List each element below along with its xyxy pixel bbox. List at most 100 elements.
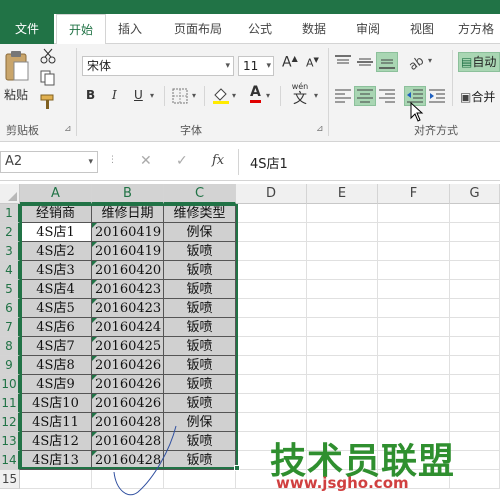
- cell-a9[interactable]: 4S店8: [20, 356, 92, 375]
- font-color-button[interactable]: A: [250, 84, 261, 103]
- cell-e11[interactable]: [307, 394, 378, 413]
- tab-formulas[interactable]: 公式: [248, 14, 272, 44]
- cell-g13[interactable]: [450, 432, 500, 451]
- cell-c2[interactable]: 例保: [164, 223, 236, 242]
- cell-g3[interactable]: [450, 242, 500, 261]
- cell-f2[interactable]: [378, 223, 450, 242]
- column-header-b[interactable]: B: [92, 184, 164, 204]
- row-header-2[interactable]: 2: [0, 223, 20, 242]
- copy-icon[interactable]: [40, 70, 56, 86]
- insert-function-icon[interactable]: fx: [212, 153, 224, 168]
- paste-button[interactable]: 粘贴: [4, 86, 28, 103]
- tab-view[interactable]: 视图: [410, 14, 434, 44]
- cell-a4[interactable]: 4S店3: [20, 261, 92, 280]
- cell-f8[interactable]: [378, 337, 450, 356]
- cell-d7[interactable]: [236, 318, 307, 337]
- tab-page-layout[interactable]: 页面布局: [174, 14, 222, 44]
- cell-a12[interactable]: 4S店11: [20, 413, 92, 432]
- chevron-down-icon[interactable]: ▾: [314, 91, 318, 100]
- cell-a10[interactable]: 4S店9: [20, 375, 92, 394]
- cell-e10[interactable]: [307, 375, 378, 394]
- column-header-d[interactable]: D: [236, 184, 307, 204]
- cell-e7[interactable]: [307, 318, 378, 337]
- align-top-icon[interactable]: [334, 54, 352, 70]
- cell-e2[interactable]: [307, 223, 378, 242]
- cell-b2[interactable]: 20160419: [92, 223, 164, 242]
- cancel-icon[interactable]: ✕: [140, 153, 152, 169]
- chevron-down-icon[interactable]: ▾: [266, 91, 270, 100]
- cell-d2[interactable]: [236, 223, 307, 242]
- format-painter-icon[interactable]: [40, 94, 56, 110]
- column-header-g[interactable]: G: [450, 184, 500, 204]
- underline-button[interactable]: U: [134, 88, 143, 102]
- chevron-down-icon[interactable]: ▾: [428, 56, 432, 65]
- cell-a5[interactable]: 4S店4: [20, 280, 92, 299]
- cell-a14[interactable]: 4S店13: [20, 451, 92, 470]
- cell-d5[interactable]: [236, 280, 307, 299]
- cell-b1[interactable]: 维修日期: [92, 204, 164, 223]
- cell-d9[interactable]: [236, 356, 307, 375]
- paste-icon[interactable]: [4, 50, 30, 84]
- cell-e6[interactable]: [307, 299, 378, 318]
- font-launcher-icon[interactable]: ⊿: [316, 124, 324, 134]
- cell-b5[interactable]: 20160423: [92, 280, 164, 299]
- cell-c4[interactable]: 钣喷: [164, 261, 236, 280]
- cell-f9[interactable]: [378, 356, 450, 375]
- cell-d6[interactable]: [236, 299, 307, 318]
- row-header-14[interactable]: 14: [0, 451, 20, 470]
- align-right-icon[interactable]: [378, 88, 396, 104]
- tab-file[interactable]: 文件: [0, 14, 54, 44]
- cell-d10[interactable]: [236, 375, 307, 394]
- cell-g7[interactable]: [450, 318, 500, 337]
- cell-g9[interactable]: [450, 356, 500, 375]
- cell-c7[interactable]: 钣喷: [164, 318, 236, 337]
- cell-c1[interactable]: 维修类型: [164, 204, 236, 223]
- cell-d8[interactable]: [236, 337, 307, 356]
- wrap-text-button[interactable]: ▤自动: [458, 52, 500, 72]
- row-header-11[interactable]: 11: [0, 394, 20, 413]
- row-header-3[interactable]: 3: [0, 242, 20, 261]
- cell-e8[interactable]: [307, 337, 378, 356]
- column-header-e[interactable]: E: [307, 184, 378, 204]
- cell-e1[interactable]: [307, 204, 378, 223]
- cell-b3[interactable]: 20160419: [92, 242, 164, 261]
- cell-d3[interactable]: [236, 242, 307, 261]
- cell-g12[interactable]: [450, 413, 500, 432]
- tab-fangfang[interactable]: 方方格: [458, 14, 494, 44]
- cell-c6[interactable]: 钣喷: [164, 299, 236, 318]
- tab-review[interactable]: 审阅: [356, 14, 380, 44]
- cell-a13[interactable]: 4S店12: [20, 432, 92, 451]
- cell-e4[interactable]: [307, 261, 378, 280]
- cell-g14[interactable]: [450, 451, 500, 470]
- cell-f7[interactable]: [378, 318, 450, 337]
- cell-c9[interactable]: 钣喷: [164, 356, 236, 375]
- row-header-1[interactable]: 1: [0, 204, 20, 223]
- cell-a8[interactable]: 4S店7: [20, 337, 92, 356]
- chevron-down-icon[interactable]: ▾: [192, 91, 196, 100]
- cell-g2[interactable]: [450, 223, 500, 242]
- column-header-c[interactable]: C: [164, 184, 236, 204]
- align-center-icon[interactable]: [354, 86, 376, 106]
- tab-data[interactable]: 数据: [302, 14, 326, 44]
- fill-handle[interactable]: [234, 465, 240, 471]
- cell-f3[interactable]: [378, 242, 450, 261]
- cell-f1[interactable]: [378, 204, 450, 223]
- cell-f12[interactable]: [378, 413, 450, 432]
- row-header-13[interactable]: 13: [0, 432, 20, 451]
- grow-font-button[interactable]: A▲: [282, 54, 298, 71]
- cell-a11[interactable]: 4S店10: [20, 394, 92, 413]
- cell-g8[interactable]: [450, 337, 500, 356]
- cell-f4[interactable]: [378, 261, 450, 280]
- cell-e5[interactable]: [307, 280, 378, 299]
- cell-b4[interactable]: 20160420: [92, 261, 164, 280]
- cell-d1[interactable]: [236, 204, 307, 223]
- cell-c8[interactable]: 钣喷: [164, 337, 236, 356]
- phonetic-button[interactable]: wén 文: [288, 82, 312, 107]
- cell-g4[interactable]: [450, 261, 500, 280]
- formula-input[interactable]: 4S店1: [250, 153, 288, 172]
- cell-e3[interactable]: [307, 242, 378, 261]
- name-box[interactable]: A2 ▾: [0, 151, 98, 173]
- cell-c3[interactable]: 钣喷: [164, 242, 236, 261]
- cell-a6[interactable]: 4S店5: [20, 299, 92, 318]
- cell-c11[interactable]: 钣喷: [164, 394, 236, 413]
